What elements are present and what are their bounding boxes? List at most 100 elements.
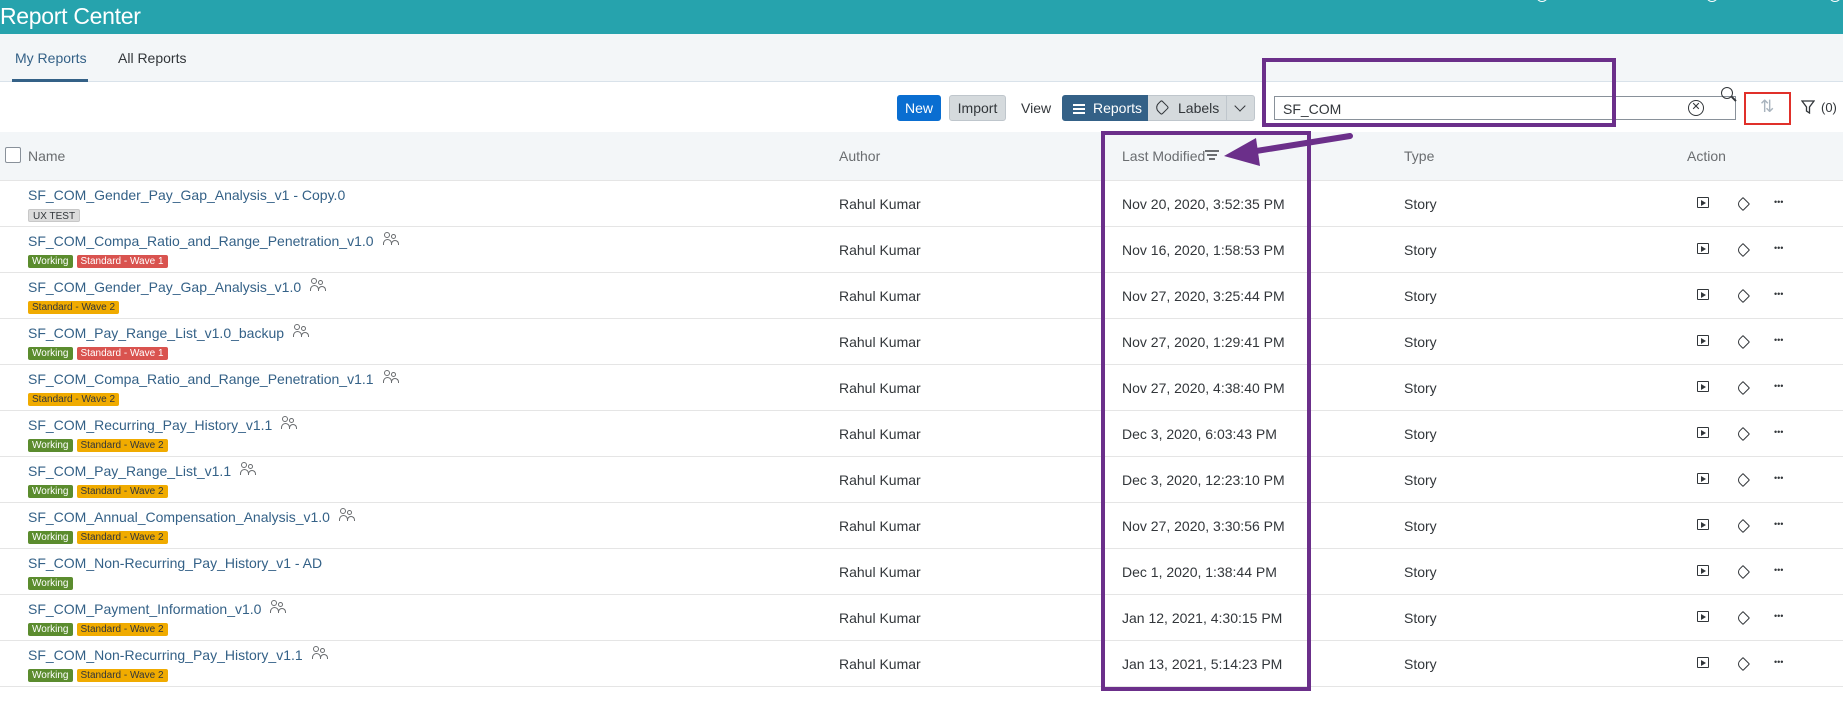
app-title: Report Center [0,3,141,29]
label-icon[interactable] [1735,518,1751,534]
filter-icon[interactable] [1801,100,1815,114]
status-badge: Working [28,439,73,452]
table-row[interactable]: SF_COM_Recurring_Pay_History_v1.1 Working… [0,411,1843,457]
table-row[interactable]: SF_COM_Gender_Pay_Gap_Analysis_v1 - Copy… [0,181,1843,227]
badge-group: Working Standard - Wave 2 [28,439,172,452]
tab-all-reports[interactable]: All Reports [118,50,186,66]
status-badge: Working [28,347,73,360]
view-reports-toggle[interactable]: Reports [1062,95,1148,121]
report-name-link[interactable]: SF_COM_Pay_Range_List_v1.0_backup [28,325,284,341]
present-icon[interactable] [1697,197,1709,208]
more-options-icon[interactable]: ••• [1774,563,1792,577]
table-row[interactable]: SF_COM_Pay_Range_List_v1.1 Working Standar… [0,457,1843,503]
shared-users-icon [270,600,286,614]
filter-count: (0) [1821,100,1837,115]
more-options-icon[interactable]: ••• [1774,655,1792,669]
shared-users-icon [339,508,355,522]
label-icon[interactable] [1735,334,1751,350]
present-icon[interactable] [1697,473,1709,484]
present-icon[interactable] [1697,289,1709,300]
search-icon[interactable] [1721,87,1733,99]
present-icon[interactable] [1697,335,1709,346]
edit-icon[interactable] [1536,0,1548,2]
annotation-arrow [1224,133,1353,166]
clear-search-icon[interactable]: ✕ [1688,100,1704,116]
import-button[interactable]: Import [949,95,1006,121]
table-row[interactable]: SF_COM_Annual_Compensation_Analysis_v1.0… [0,503,1843,549]
author-cell: Rahul Kumar [839,426,921,442]
present-icon[interactable] [1697,381,1709,392]
present-icon[interactable] [1697,611,1709,622]
more-options-icon[interactable]: ••• [1774,195,1792,209]
type-cell: Story [1404,472,1437,488]
present-icon[interactable] [1697,427,1709,438]
more-options-icon[interactable]: ••• [1774,471,1792,485]
label-icon[interactable] [1735,472,1751,488]
more-options-icon[interactable]: ••• [1774,609,1792,623]
table-row[interactable]: SF_COM_Compa_Ratio_and_Range_Penetration… [0,227,1843,273]
type-cell: Story [1404,288,1437,304]
report-name-link[interactable]: SF_COM_Compa_Ratio_and_Range_Penetration… [28,233,374,249]
more-options-icon[interactable]: ••• [1774,517,1792,531]
more-options-icon[interactable]: ••• [1774,425,1792,439]
select-all-checkbox[interactable] [5,147,21,163]
column-header-author[interactable]: Author [839,148,880,164]
present-icon[interactable] [1697,657,1709,668]
type-cell: Story [1404,610,1437,626]
view-labels-toggle[interactable]: Labels [1148,95,1227,121]
report-name-link[interactable]: SF_COM_Non-Recurring_Pay_History_v1 - AD [28,555,322,571]
label-icon[interactable] [1735,288,1751,304]
tab-my-reports[interactable]: My Reports [15,50,87,66]
report-name-link[interactable]: SF_COM_Gender_Pay_Gap_Analysis_v1.0 [28,279,301,295]
new-button[interactable]: New [897,95,941,121]
label-icon[interactable] [1735,610,1751,626]
status-badge: Working [28,669,73,682]
badge-group: Working Standard - Wave 2 [28,531,172,544]
shared-users-icon [312,646,328,660]
column-header-type[interactable]: Type [1404,148,1434,164]
table-row[interactable]: SF_COM_Compa_Ratio_and_Range_Penetration… [0,365,1843,411]
more-options-icon[interactable]: ••• [1774,333,1792,347]
status-badge: Standard - Wave 1 [76,347,168,360]
report-name-link[interactable]: SF_COM_Annual_Compensation_Analysis_v1.0 [28,509,330,525]
table-row[interactable]: SF_COM_Pay_Range_List_v1.0_backup Working… [0,319,1843,365]
more-options-icon[interactable]: ••• [1774,287,1792,301]
present-icon[interactable] [1697,243,1709,254]
author-cell: Rahul Kumar [839,242,921,258]
status-badge: Standard - Wave 1 [76,255,168,268]
author-cell: Rahul Kumar [839,334,921,350]
more-options-icon[interactable]: ••• [1774,379,1792,393]
column-header-name[interactable]: Name [28,148,65,164]
label-icon[interactable] [1735,564,1751,580]
table-row[interactable]: SF_COM_Payment_Information_v1.0 Working St… [0,595,1843,641]
status-badge: Standard - Wave 2 [76,669,168,682]
author-cell: Rahul Kumar [839,472,921,488]
status-badge: UX TEST [28,209,81,222]
status-badge: Standard - Wave 2 [76,531,168,544]
table-row[interactable]: SF_COM_Non-Recurring_Pay_History_v1 - AD… [0,549,1843,595]
report-name-link[interactable]: SF_COM_Non-Recurring_Pay_History_v1.1 [28,647,303,663]
view-dropdown-button[interactable] [1227,95,1255,121]
more-options-icon[interactable]: ••• [1774,241,1792,255]
author-cell: Rahul Kumar [839,564,921,580]
type-cell: Story [1404,656,1437,672]
report-name-link[interactable]: SF_COM_Gender_Pay_Gap_Analysis_v1 - Copy… [28,187,345,203]
report-name-link[interactable]: SF_COM_Recurring_Pay_History_v1.1 [28,417,272,433]
report-name-link[interactable]: SF_COM_Compa_Ratio_and_Range_Penetration… [28,371,374,387]
present-icon[interactable] [1697,565,1709,576]
label-icon[interactable] [1735,196,1751,212]
report-name-link[interactable]: SF_COM_Payment_Information_v1.0 [28,601,261,617]
exit-icon[interactable] [1829,0,1841,2]
view-reports-label: Reports [1093,100,1143,116]
table-row[interactable]: SF_COM_Non-Recurring_Pay_History_v1.1 Wor… [0,641,1843,687]
report-name-link[interactable]: SF_COM_Pay_Range_List_v1.1 [28,463,231,479]
label-icon[interactable] [1735,426,1751,442]
present-icon[interactable] [1697,519,1709,530]
label-icon[interactable] [1735,656,1751,672]
status-badge: Standard - Wave 2 [28,393,120,406]
help-icon[interactable] [1706,0,1718,2]
type-cell: Story [1404,426,1437,442]
table-row[interactable]: SF_COM_Gender_Pay_Gap_Analysis_v1.0 Stand… [0,273,1843,319]
label-icon[interactable] [1735,242,1751,258]
label-icon[interactable] [1735,380,1751,396]
